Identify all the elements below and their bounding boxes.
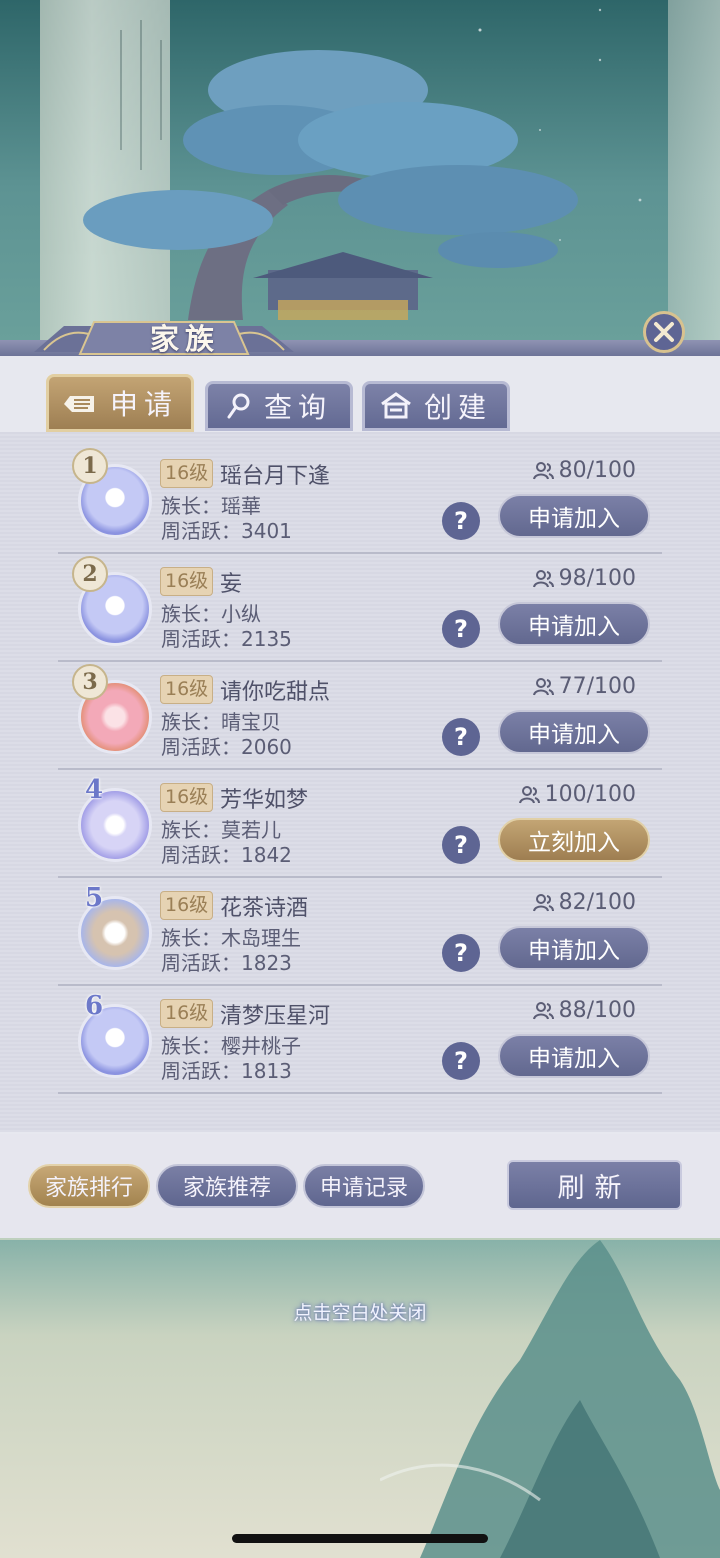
- family-level-badge: 16级: [160, 567, 214, 596]
- family-level-badge: 16级: [160, 459, 214, 488]
- tab-search-label: 查询: [263, 391, 332, 424]
- member-count-value: 88/100: [558, 998, 636, 1023]
- apply-join-button[interactable]: 申请加入: [498, 710, 650, 754]
- rank-badge: 1: [72, 448, 108, 484]
- pine-tree-illustration: [83, 50, 578, 320]
- family-row[interactable]: 1 16级 瑶台月下逢 族长：瑶華 周活跃：3401 80/100 ? 申请加入: [58, 446, 662, 554]
- apply-join-button[interactable]: 申请加入: [498, 602, 650, 646]
- family-name: 瑶台月下逢: [220, 464, 331, 489]
- rank-badge: 3: [72, 664, 108, 700]
- rank-number: 4: [84, 775, 104, 805]
- members-icon: [532, 893, 554, 911]
- members-icon: [532, 1001, 554, 1019]
- help-button[interactable]: ?: [442, 502, 480, 540]
- member-count-value: 77/100: [558, 674, 636, 699]
- magnifier-icon: [227, 393, 250, 419]
- members-icon: [532, 569, 554, 587]
- member-count-value: 80/100: [558, 458, 636, 483]
- tab-apply-records[interactable]: 申请记录: [303, 1164, 425, 1208]
- family-level-badge: 16级: [160, 999, 214, 1028]
- tab-search[interactable]: 查询: [205, 381, 353, 431]
- member-count: 82/100: [532, 890, 636, 915]
- family-row[interactable]: 6 16级 清梦压星河 族长：樱井桃子 周活跃：1813 88/100 ? 申请…: [58, 986, 662, 1094]
- close-button[interactable]: [643, 311, 685, 353]
- member-count: 80/100: [532, 458, 636, 483]
- members-icon: [532, 461, 554, 479]
- family-row-partial[interactable]: [58, 1094, 662, 1112]
- member-count: 77/100: [532, 674, 636, 699]
- close-icon: [654, 322, 674, 342]
- help-button[interactable]: ?: [442, 610, 480, 648]
- tab-create-label: 创建: [423, 391, 492, 424]
- family-level-badge: 16级: [160, 783, 214, 812]
- refresh-button[interactable]: 刷新: [507, 1160, 682, 1210]
- tab-create[interactable]: 创建: [362, 381, 510, 431]
- members-icon: [518, 785, 540, 803]
- family-weekly-activity: 周活跃：2060: [161, 735, 292, 759]
- question-mark-icon: ?: [454, 1047, 468, 1075]
- family-weekly-activity: 周活跃：3401: [161, 519, 292, 543]
- tab-family-ranking[interactable]: 家族排行: [28, 1164, 150, 1208]
- question-mark-icon: ?: [454, 831, 468, 859]
- apply-join-button[interactable]: 申请加入: [498, 926, 650, 970]
- close-hint-text[interactable]: 点击空白处关闭: [0, 1298, 720, 1325]
- member-count-value: 100/100: [544, 782, 636, 807]
- family-name: 芳华如梦: [220, 788, 309, 813]
- tab-apply[interactable]: 申请: [46, 374, 194, 432]
- family-name: 花茶诗酒: [220, 896, 309, 921]
- mountain-illustration: [380, 1240, 720, 1558]
- members-icon: [532, 677, 554, 695]
- question-mark-icon: ?: [454, 723, 468, 751]
- family-list[interactable]: 1 16级 瑶台月下逢 族长：瑶華 周活跃：3401 80/100 ? 申请加入…: [58, 446, 662, 1112]
- family-weekly-activity: 周活跃：1842: [161, 843, 292, 867]
- member-count: 88/100: [532, 998, 636, 1023]
- question-mark-icon: ?: [454, 615, 468, 643]
- page-title: 家族: [149, 322, 220, 356]
- join-now-button[interactable]: 立刻加入: [498, 818, 650, 862]
- home-indicator[interactable]: [232, 1534, 488, 1543]
- family-weekly-activity: 周活跃：1813: [161, 1059, 292, 1083]
- rank-badge: 2: [72, 556, 108, 592]
- family-name: 妄: [220, 572, 243, 597]
- family-weekly-activity: 周活跃：2135: [161, 627, 292, 651]
- family-weekly-activity: 周活跃：1823: [161, 951, 292, 975]
- house-icon: [381, 392, 411, 419]
- family-level-badge: 16级: [160, 675, 214, 704]
- member-count: 100/100: [518, 782, 636, 807]
- family-level-badge: 16级: [160, 891, 214, 920]
- apply-join-button[interactable]: 申请加入: [498, 494, 650, 538]
- family-name: 清梦压星河: [220, 1004, 331, 1029]
- family-row[interactable]: 4 16级 芳华如梦 族长：莫若儿 周活跃：1842 100/100 ? 立刻加…: [58, 770, 662, 878]
- help-button[interactable]: ?: [442, 826, 480, 864]
- tab-apply-label: 申请: [109, 388, 178, 421]
- question-mark-icon: ?: [454, 939, 468, 967]
- family-row[interactable]: 3 16级 请你吃甜点 族长：晴宝贝 周活跃：2060 77/100 ? 申请加…: [58, 662, 662, 770]
- rank-number: 5: [84, 883, 104, 913]
- member-count-value: 98/100: [558, 566, 636, 591]
- family-row[interactable]: 2 16级 妄 族长：小纵 周活跃：2135 98/100 ? 申请加入: [58, 554, 662, 662]
- help-button[interactable]: ?: [442, 934, 480, 972]
- member-count: 98/100: [532, 566, 636, 591]
- apply-join-button[interactable]: 申请加入: [498, 1034, 650, 1078]
- hand-wave-icon: [63, 396, 94, 412]
- member-count-value: 82/100: [558, 890, 636, 915]
- family-row[interactable]: 5 16级 花茶诗酒 族长：木岛理生 周活跃：1823 82/100 ? 申请加…: [58, 878, 662, 986]
- rank-number: 6: [84, 991, 104, 1021]
- help-button[interactable]: ?: [442, 1042, 480, 1080]
- family-name: 请你吃甜点: [220, 680, 331, 705]
- help-button[interactable]: ?: [442, 718, 480, 756]
- question-mark-icon: ?: [454, 507, 468, 535]
- tab-family-recommend[interactable]: 家族推荐: [156, 1164, 298, 1208]
